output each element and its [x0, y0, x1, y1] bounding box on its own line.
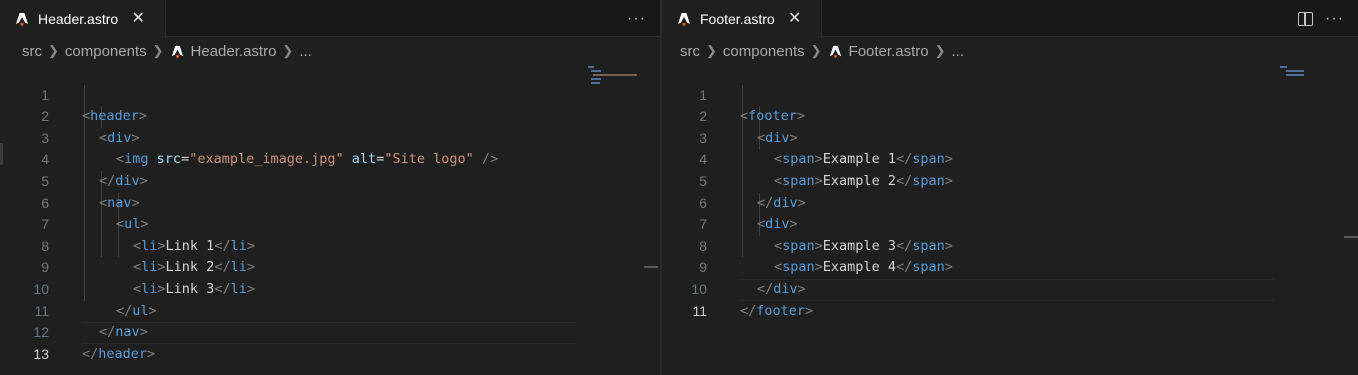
tab-bar: Footer.astro ✕ ···: [662, 0, 1358, 38]
code-line: 9 </div>: [662, 236, 1358, 297]
breadcrumb: src ❯ components ❯ Header.astro ❯ ...: [22, 40, 312, 62]
more-actions-icon[interactable]: ···: [627, 10, 646, 27]
code-line: 8 <span>Example 4</span>: [662, 214, 1358, 276]
scrollbar[interactable]: [1344, 63, 1358, 375]
chevron-right-icon: ❯: [810, 43, 822, 58]
code-line: 3 <span>Example 1</span>: [662, 106, 1358, 168]
code-editor[interactable]: 1 <header> 2 <div> 3 <img src="example_i…: [0, 63, 660, 375]
chevron-right-icon: ❯: [48, 43, 59, 58]
more-actions-icon[interactable]: ···: [1325, 10, 1344, 27]
code-line: 7 <li>Link 1</li>: [0, 193, 660, 254]
code-line: 2 <div>: [662, 85, 1358, 146]
chevron-right-icon: ❯: [706, 43, 717, 58]
code-line: 1 <header>: [0, 63, 660, 125]
code-line: 4 <span>Example 2</span>: [662, 128, 1358, 189]
editor-actions: ···: [627, 0, 646, 37]
code-line: 6 <div>: [662, 171, 1358, 233]
code-line: 10 </ul>: [0, 257, 660, 319]
minimap[interactable]: [1280, 66, 1310, 78]
tab-label: Header.astro: [38, 11, 119, 27]
minimap[interactable]: [588, 66, 637, 86]
code-line: 9 <li>Link 3</li>: [0, 236, 660, 297]
scrollbar-position-marker: [1344, 236, 1358, 238]
right-editor-group: Footer.astro ✕ ··· src ❯ components ❯ Fo…: [662, 0, 1358, 375]
astro-icon: [16, 13, 28, 26]
breadcrumb-components[interactable]: components: [65, 43, 147, 60]
close-icon[interactable]: ✕: [787, 11, 803, 27]
code-line: 6 <ul>: [0, 171, 660, 233]
astro-icon: [829, 45, 841, 58]
breadcrumb: src ❯ components ❯ Footer.astro ❯ ...: [680, 40, 964, 62]
code-line: 12 </header>: [0, 301, 660, 362]
astro-icon: [678, 13, 690, 26]
code-line: 2 <div>: [0, 85, 660, 146]
tab-header-astro[interactable]: Header.astro ✕: [0, 0, 166, 38]
code-line: 5 </div>: [662, 149, 1358, 211]
scrollbar-position-marker: [644, 266, 658, 268]
code-line: 3 <img src="example_image.jpg" alt="Site…: [0, 106, 660, 168]
code-line: 11 </nav>: [0, 279, 660, 341]
code-line: 4 </div>: [0, 128, 660, 189]
code-line: 10 </footer>: [662, 257, 1358, 319]
editor-actions: ···: [1298, 0, 1344, 37]
code-line: 1 <footer>: [662, 63, 1358, 125]
code-line: 7 <span>Example 3</span>: [662, 193, 1358, 254]
chevron-right-icon: ❯: [934, 43, 946, 58]
line-number: 11: [692, 302, 707, 319]
chevron-right-icon: ❯: [152, 43, 164, 58]
breadcrumb-file[interactable]: Header.astro: [191, 43, 277, 60]
astro-icon: [171, 45, 183, 58]
breadcrumb-more[interactable]: ...: [951, 43, 964, 60]
scrollbar[interactable]: [644, 63, 658, 375]
tab-footer-astro[interactable]: Footer.astro ✕: [662, 0, 822, 38]
breadcrumb-src[interactable]: src: [22, 43, 42, 60]
tab-bar: Header.astro ✕ ···: [0, 0, 660, 38]
breadcrumb-src[interactable]: src: [680, 43, 700, 60]
code-line: 11: [662, 279, 1358, 319]
code-line: 13: [0, 322, 660, 362]
code-editor[interactable]: 1 <footer> 2 <div> 3 <span>Example 1</sp…: [662, 63, 1358, 375]
split-editor-icon[interactable]: [1298, 11, 1314, 26]
breadcrumb-components[interactable]: components: [723, 43, 805, 60]
left-editor-group: Header.astro ✕ ··· src ❯ components ❯ He…: [0, 0, 660, 375]
close-icon[interactable]: ✕: [130, 11, 146, 27]
tab-label: Footer.astro: [700, 11, 775, 27]
code-line: 8 <li>Link 2</li>: [0, 214, 660, 276]
chevron-right-icon: ❯: [282, 43, 294, 58]
line-number: 13: [33, 345, 49, 362]
code-line: 5 <nav>: [0, 149, 660, 211]
breadcrumb-file[interactable]: Footer.astro: [849, 43, 929, 60]
breadcrumb-more[interactable]: ...: [299, 43, 312, 60]
